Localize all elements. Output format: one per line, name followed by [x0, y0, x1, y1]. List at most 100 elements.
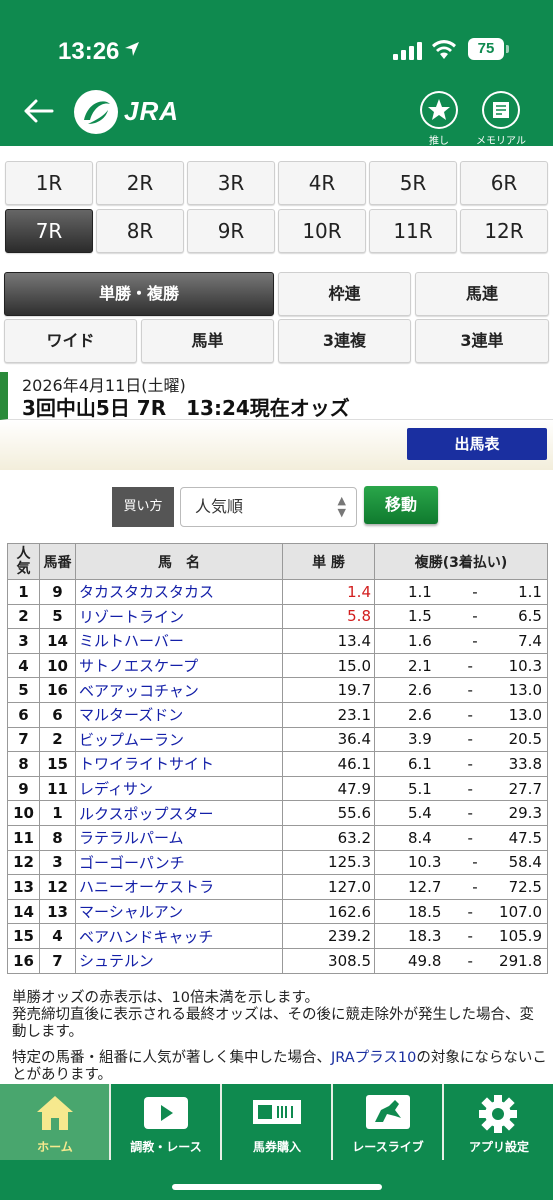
- horse-name-link[interactable]: ミルトハーバー: [75, 628, 283, 654]
- tab-training-race[interactable]: 調教・レース: [111, 1084, 221, 1160]
- favorite-star-button[interactable]: [420, 91, 458, 129]
- race-button-8R[interactable]: 8R: [96, 209, 184, 253]
- race-button-12R[interactable]: 12R: [460, 209, 548, 253]
- horse-name-link[interactable]: トワイライトサイト: [75, 751, 283, 777]
- tab-ticket-purchase-label: 馬券購入: [252, 1140, 301, 1154]
- rank-cell: 8: [7, 751, 40, 777]
- rank-cell: 1: [7, 579, 40, 605]
- table-row: 1 9 タカスタカスタカス 1.4 1.1-1.1: [7, 579, 548, 605]
- horse-name-link[interactable]: タカスタカスタカス: [75, 579, 283, 605]
- table-row: 6 6 マルターズドン 23.1 2.6-13.0: [7, 701, 548, 728]
- move-button[interactable]: 移動: [364, 486, 438, 524]
- race-button-10R[interactable]: 10R: [278, 209, 366, 253]
- bet-type-tab[interactable]: 単勝・複勝: [4, 272, 274, 316]
- race-button-9R[interactable]: 9R: [187, 209, 275, 253]
- horse-name-link[interactable]: リゾートライン: [75, 603, 283, 630]
- tab-app-settings[interactable]: アプリ設定: [444, 1084, 553, 1160]
- horse-name-link[interactable]: マーシャルアン: [75, 898, 283, 925]
- rank-cell: 3: [7, 628, 40, 654]
- place-odds-cell: 5.1-27.7: [374, 775, 548, 802]
- race-button-7R[interactable]: 7R: [5, 209, 93, 253]
- tab-race-live[interactable]: レースライブ: [333, 1084, 443, 1160]
- win-odds-cell: 46.1: [282, 751, 375, 777]
- race-button-11R[interactable]: 11R: [369, 209, 457, 253]
- win-odds-cell: 55.6: [282, 800, 375, 826]
- table-header-row: 人気 馬番 馬 名 単 勝 複勝(3着払い): [7, 543, 548, 580]
- horse-name-link[interactable]: ゴーゴーパンチ: [75, 849, 283, 876]
- bet-type-tab[interactable]: 3連複: [278, 319, 411, 363]
- horse-number-cell: 7: [39, 947, 76, 974]
- place-odds-cell: 18.3-105.9: [374, 923, 548, 949]
- tab-training-race-label: 調教・レース: [130, 1140, 202, 1154]
- win-odds-cell: 5.8: [282, 603, 375, 630]
- tab-app-settings-label: アプリ設定: [468, 1140, 529, 1154]
- race-button-2R[interactable]: 2R: [96, 161, 184, 205]
- bet-type-tab[interactable]: ワイド: [4, 319, 137, 363]
- memorial-label: メモリアル: [476, 136, 526, 147]
- place-odds-cell: 18.5-107.0: [374, 898, 548, 925]
- header-name: 馬 名: [75, 543, 283, 580]
- race-live-horse-icon: [366, 1095, 410, 1129]
- horse-number-cell: 5: [39, 603, 76, 630]
- notes: 単勝オッズの赤表示は、10倍未満を示します。 発売締切直後に表示される最終オッズ…: [12, 990, 547, 1093]
- header-num: 馬番: [39, 543, 76, 580]
- place-odds-cell: 12.7-72.5: [374, 874, 548, 900]
- place-odds-cell: 49.8-291.8: [374, 947, 548, 974]
- sort-select-value: 人気順: [195, 497, 244, 516]
- win-odds-cell: 239.2: [282, 923, 375, 949]
- horse-name-link[interactable]: ルクスポップスター: [75, 800, 283, 826]
- tab-ticket-purchase[interactable]: 馬券購入: [222, 1084, 332, 1160]
- buy-method-label: 買い方: [112, 487, 174, 527]
- tab-race-live-label: レースライブ: [352, 1140, 424, 1154]
- horse-name-link[interactable]: ベアハンドキャッチ: [75, 923, 283, 949]
- race-button-3R[interactable]: 3R: [187, 161, 275, 205]
- gear-icon: [479, 1095, 517, 1133]
- rank-cell: 4: [7, 652, 40, 679]
- win-odds-cell: 19.7: [282, 677, 375, 703]
- race-button-4R[interactable]: 4R: [278, 161, 366, 205]
- sort-select[interactable]: 人気順 ▲ ▼: [180, 487, 357, 527]
- horse-name-link[interactable]: マルターズドン: [75, 701, 283, 728]
- bet-type-tab[interactable]: 3連単: [415, 319, 549, 363]
- horse-number-cell: 12: [39, 874, 76, 900]
- race-button-5R[interactable]: 5R: [369, 161, 457, 205]
- table-row: 2 5 リゾートライン 5.8 1.5-6.5: [7, 603, 548, 630]
- rank-cell: 2: [7, 603, 40, 630]
- horse-number-cell: 3: [39, 849, 76, 876]
- bet-type-tab[interactable]: 馬単: [141, 319, 274, 363]
- bet-type-tab[interactable]: 枠連: [278, 272, 411, 316]
- tab-home[interactable]: ホーム: [0, 1084, 110, 1160]
- table-row: 11 8 ラテラルパーム 63.2 8.4-47.5: [7, 824, 548, 851]
- select-arrows-icon: ▲ ▼: [337, 494, 346, 519]
- horse-name-link[interactable]: シュテルン: [75, 947, 283, 974]
- place-odds-cell: 1.1-1.1: [374, 579, 548, 605]
- race-button-6R[interactable]: 6R: [460, 161, 548, 205]
- logo-text: JRA: [124, 96, 180, 126]
- horse-name-link[interactable]: ラテラルパーム: [75, 824, 283, 851]
- table-row: 14 13 マーシャルアン 162.6 18.5-107.0: [7, 898, 548, 925]
- horse-name-link[interactable]: ベアアッコチャン: [75, 677, 283, 703]
- horse-number-cell: 14: [39, 628, 76, 654]
- win-odds-cell: 23.1: [282, 701, 375, 728]
- horse-number-cell: 15: [39, 751, 76, 777]
- rank-cell: 9: [7, 775, 40, 802]
- home-indicator: [172, 1184, 382, 1190]
- status-bar: 13:26 75: [0, 0, 553, 88]
- memorial-button[interactable]: [482, 91, 520, 129]
- jra-plus10-link[interactable]: JRAプラス10: [331, 1050, 416, 1066]
- shutuba-button[interactable]: 出馬表: [407, 428, 547, 460]
- favorite-label: 推し: [429, 136, 449, 147]
- horse-name-link[interactable]: サトノエスケープ: [75, 652, 283, 679]
- win-odds-cell: 1.4: [282, 579, 375, 605]
- horse-number-cell: 2: [39, 726, 76, 753]
- place-odds-cell: 2.6-13.0: [374, 677, 548, 703]
- bet-type-tab[interactable]: 馬連: [415, 272, 549, 316]
- horse-name-link[interactable]: ビップムーラン: [75, 726, 283, 753]
- home-icon: [37, 1096, 73, 1130]
- race-button-1R[interactable]: 1R: [5, 161, 93, 205]
- back-arrow-icon[interactable]: [20, 96, 56, 126]
- horse-name-link[interactable]: ハニーオーケストラ: [75, 874, 283, 900]
- battery-tip: [506, 45, 509, 53]
- app-header: JRA 推し メモリアル: [0, 88, 553, 147]
- horse-name-link[interactable]: レディサン: [75, 775, 283, 802]
